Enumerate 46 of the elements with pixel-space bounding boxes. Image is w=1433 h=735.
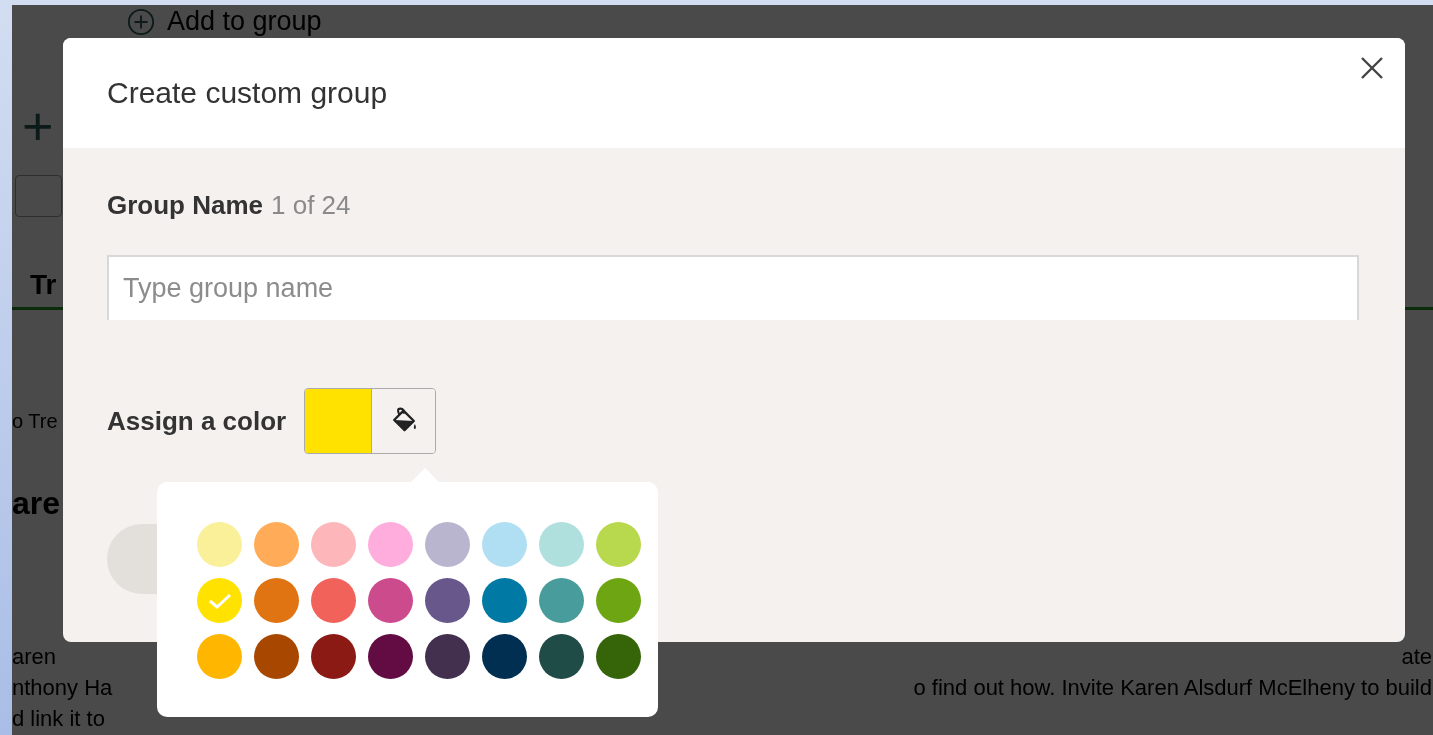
checkmark-icon	[207, 592, 232, 609]
color-option[interactable]	[596, 522, 641, 567]
add-button[interactable]: +	[22, 99, 54, 153]
color-option[interactable]	[596, 634, 641, 679]
field-label: Group Name	[107, 190, 264, 221]
select-box[interactable]	[15, 175, 62, 217]
color-option[interactable]	[368, 634, 413, 679]
field-label: Assign a color	[107, 405, 287, 437]
paragraph-text: nthony Ha	[12, 674, 113, 701]
close-icon[interactable]	[1360, 56, 1384, 80]
paint-bucket-icon	[371, 389, 436, 453]
color-option[interactable]	[425, 634, 470, 679]
color-option[interactable]	[482, 634, 527, 679]
color-option[interactable]	[539, 634, 584, 679]
paragraph-text: aren	[12, 643, 57, 670]
color-option[interactable]	[425, 578, 470, 623]
color-picker-button[interactable]	[304, 388, 437, 454]
color-option[interactable]	[425, 522, 470, 567]
color-option[interactable]	[596, 578, 641, 623]
color-option[interactable]	[311, 578, 356, 623]
breadcrumb-text: o Tre	[12, 410, 58, 433]
color-option[interactable]	[311, 634, 356, 679]
dialog-title: Create custom group	[107, 76, 388, 110]
group-name-field[interactable]: Type group name	[107, 255, 1359, 320]
color-option[interactable]	[254, 578, 299, 623]
character-counter: 1 of 24	[271, 190, 351, 221]
color-option[interactable]	[197, 522, 242, 567]
color-swatch	[305, 389, 372, 453]
color-option[interactable]	[254, 522, 299, 567]
color-option[interactable]	[482, 522, 527, 567]
color-option[interactable]	[197, 578, 242, 623]
color-option[interactable]	[254, 634, 299, 679]
add-to-group-link[interactable]: Add to group	[167, 6, 322, 37]
paragraph-text: o find out how. Invite Karen Alsdurf McElheny to build	[913, 674, 1432, 701]
color-option[interactable]	[539, 578, 584, 623]
section-heading: are	[12, 485, 61, 522]
color-option[interactable]	[197, 634, 242, 679]
color-option[interactable]	[539, 522, 584, 567]
paragraph-text: d link it to	[12, 705, 105, 732]
color-option[interactable]	[482, 578, 527, 623]
paragraph-text: ate	[1401, 643, 1432, 670]
color-option[interactable]	[368, 578, 413, 623]
color-option[interactable]	[311, 522, 356, 567]
tab[interactable]: Tr	[30, 269, 57, 307]
color-option[interactable]	[368, 522, 413, 567]
circled-plus-icon	[127, 7, 155, 36]
